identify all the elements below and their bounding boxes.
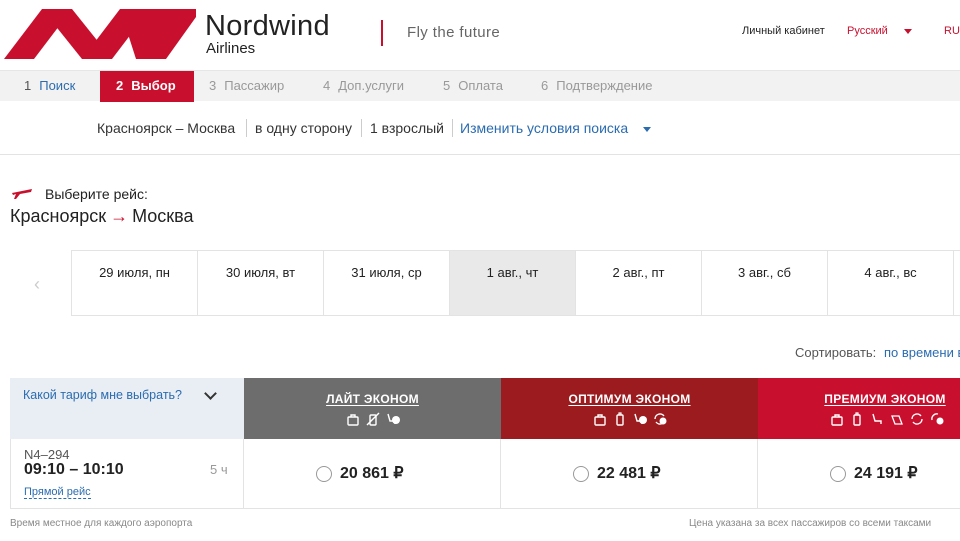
change-search-link[interactable]: Изменить условия поиска — [460, 120, 628, 136]
tariff-icons — [501, 412, 758, 426]
language-select[interactable]: Русский — [847, 25, 888, 37]
chevron-down-icon[interactable] — [643, 127, 651, 132]
direct-flight-link[interactable]: Прямой рейс — [24, 486, 91, 499]
tariff-icons — [244, 412, 501, 426]
choose-flight-label: Выберите рейс: — [45, 186, 148, 202]
step-label: Оплата — [458, 78, 503, 93]
flight-time: 09:10 – 10:10 — [24, 461, 124, 478]
summary-route: Красноярск – Москва — [97, 120, 236, 136]
fare-radio[interactable] — [830, 466, 846, 482]
step-payment: 5 Оплата — [443, 71, 503, 102]
exchange-icon — [911, 413, 923, 425]
hand-baggage-icon — [593, 414, 606, 426]
date-tab[interactable]: 2 авг., пт — [576, 251, 702, 315]
hand-baggage-icon — [346, 414, 359, 426]
currency-select[interactable]: RUB — [944, 25, 960, 37]
step-search[interactable]: 1 Поиск — [24, 71, 75, 102]
date-tab[interactable]: 4 авг., вс — [828, 251, 954, 315]
account-link[interactable]: Личный кабинет — [742, 25, 825, 37]
price: 22 481 ₽ — [597, 465, 661, 482]
exchange-paid-icon — [653, 413, 666, 425]
step-passenger: 3 Пассажир — [209, 71, 284, 102]
date-tab[interactable]: 31 июля, ср — [324, 251, 450, 315]
summary-passengers: 1 взрослый — [370, 120, 444, 136]
chevron-left-icon[interactable]: ‹ — [34, 274, 46, 294]
paid-seat-icon — [633, 413, 647, 424]
baggage-icon — [853, 412, 861, 426]
flight-info: N4–294 09:10 – 10:10 5 ч Прямой рейс — [10, 439, 244, 509]
route-to: Москва — [132, 206, 194, 226]
paid-seat-icon — [386, 413, 400, 424]
price: 20 861 ₽ — [340, 465, 404, 482]
tagline: Fly the future — [407, 24, 501, 41]
date-tab[interactable]: 30 июля, вт — [198, 251, 324, 315]
step-number: 4 — [323, 78, 331, 93]
meal-icon — [891, 415, 903, 425]
step-label: Пассажир — [224, 78, 285, 93]
chevron-down-icon[interactable] — [904, 29, 912, 34]
summary-divider — [452, 119, 453, 137]
price: 24 191 ₽ — [854, 465, 918, 482]
fare-radio[interactable] — [573, 466, 589, 482]
tariff-name: ОПТИМУМ ЭКОНОМ — [568, 392, 691, 406]
plane-icon — [12, 189, 32, 199]
sort-select[interactable]: по времени вылета — [884, 345, 960, 360]
fare-help-toggle[interactable]: Какой тариф мне выбрать? — [10, 378, 244, 439]
route-from: Красноярск — [10, 206, 107, 226]
chevron-down-icon — [204, 387, 217, 400]
step-confirmation: 6 Подтверждение — [541, 71, 652, 102]
local-time-note: Время местное для каждого аэропорта — [10, 518, 193, 529]
step-number: 2 — [116, 78, 124, 93]
booking-steps: 1 Поиск 2 Выбор 3 Пассажир 4 Доп.услуги 5 Опл… — [0, 70, 960, 102]
tariff-light-economy[interactable]: ЛАЙТ ЭКОНОМ — [244, 378, 501, 439]
arrow-right-icon: → — [110, 206, 129, 226]
seat-icon — [872, 413, 882, 424]
header: Nordwind Airlines Fly the future Личный … — [0, 0, 960, 70]
flight-duration: 5 ч — [210, 462, 228, 477]
price-option-optimum[interactable]: 22 481 ₽ — [501, 439, 758, 509]
step-number: 3 — [209, 78, 217, 93]
date-carousel: 29 июля, пн 30 июля, вт 31 июля, ср 1 ав… — [71, 250, 960, 316]
step-label: Поиск — [39, 78, 76, 93]
refund-paid-icon — [931, 413, 944, 425]
baggage-icon — [615, 412, 624, 426]
fare-help-text: Какой тариф мне выбрать? — [23, 388, 183, 402]
tariff-optimum-economy[interactable]: ОПТИМУМ ЭКОНОМ — [501, 378, 758, 439]
step-number: 6 — [541, 78, 549, 93]
step-number: 5 — [443, 78, 451, 93]
step-select[interactable]: 2 Выбор — [100, 71, 194, 102]
no-baggage-icon — [366, 412, 379, 426]
summary-divider — [246, 119, 247, 137]
brand-divider — [381, 20, 383, 46]
tariff-icons — [814, 412, 960, 426]
summary-divider — [361, 119, 362, 137]
sort-label: Сортировать: — [795, 345, 877, 360]
step-label: Доп.услуги — [338, 78, 405, 93]
nordwind-logo-icon[interactable] — [4, 9, 196, 59]
summary-trip-type: в одну сторону — [255, 120, 352, 136]
brand-name: Nordwind — [205, 10, 330, 42]
step-extras: 4 Доп.услуги — [323, 71, 404, 102]
date-tab-selected[interactable]: 1 авг., чт — [450, 251, 576, 315]
hand-baggage-icon — [831, 414, 843, 426]
price-option-light[interactable]: 20 861 ₽ — [244, 439, 501, 509]
tariff-name: ПРЕМИУМ ЭКОНОМ — [824, 392, 946, 406]
step-label: Выбор — [131, 78, 176, 93]
tariff-premium-economy[interactable]: ПРЕМИУМ ЭКОНОМ — [758, 378, 960, 439]
price-note: Цена указана за всех пассажиров со всеми… — [689, 518, 932, 529]
flight-number: N4–294 — [24, 447, 70, 462]
date-tab[interactable]: 3 авг., сб — [702, 251, 828, 315]
step-label: Подтверждение — [556, 78, 653, 93]
fare-radio[interactable] — [316, 466, 332, 482]
price-option-premium[interactable]: 24 191 ₽ — [758, 439, 960, 509]
brand-sub: Airlines — [206, 40, 256, 57]
tariff-name: ЛАЙТ ЭКОНОМ — [326, 392, 419, 406]
step-number: 1 — [24, 78, 32, 93]
brand: Nordwind Airlines — [205, 11, 330, 57]
route-title: Красноярск → Москва — [10, 206, 194, 227]
search-summary: Красноярск – Москва в одну сторону 1 взр… — [0, 101, 960, 155]
date-tab[interactable]: 29 июля, пн — [72, 251, 198, 315]
